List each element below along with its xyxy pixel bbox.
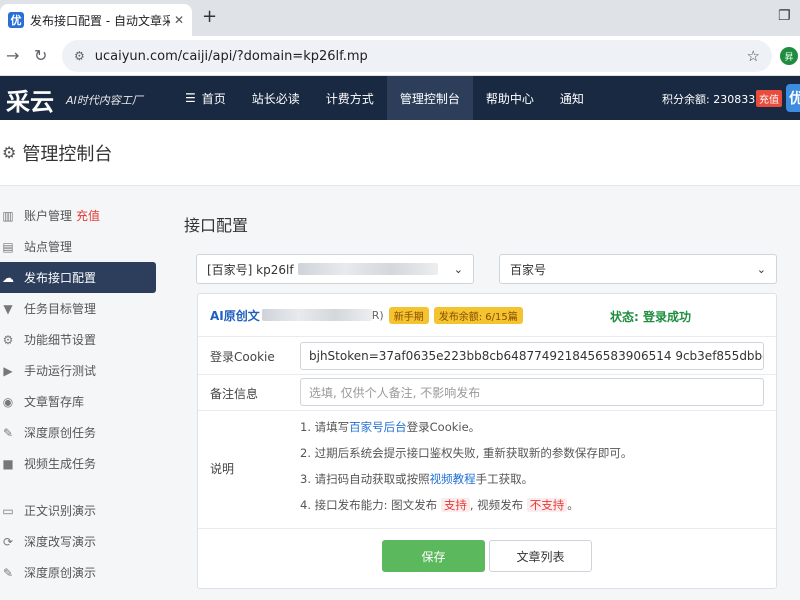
sidebar-item-publish-api[interactable]: ☁ 发布接口配置: [0, 262, 156, 293]
sidebar-item-article-store[interactable]: ◉ 文章暂存库: [0, 386, 156, 417]
sidebar-item-account[interactable]: ▥ 账户管理 充值: [0, 200, 156, 231]
menu-icon: ☰: [185, 91, 196, 105]
page-title: 管理控制台: [22, 143, 113, 165]
site-settings-icon[interactable]: ⚙: [74, 49, 85, 63]
config-panel: AI原创文 R) 新手期 发布余额: 6/15篇 状态: 登录成功 登录Cook…: [197, 293, 777, 589]
sidebar-item-deep-original[interactable]: ✎ 深度原创任务: [0, 417, 156, 448]
desc-line-2: 2. 过期后系统会提示接口鉴权失败, 重新获取新的参数保存即可。: [300, 446, 633, 460]
bookmark-star-icon[interactable]: ☆: [747, 47, 760, 65]
forward-icon[interactable]: →: [6, 46, 19, 65]
badge-newbie: 新手期: [388, 306, 429, 324]
support-tag: 支持: [440, 498, 470, 512]
nav-console[interactable]: 管理控制台: [386, 76, 473, 120]
close-icon[interactable]: ✕: [174, 13, 184, 27]
note-label: 备注信息: [210, 387, 259, 401]
sidebar: ▥ 账户管理 充值 ▤ 站点管理 ☁ 发布接口配置 ▼ 任务目标管理 ⚙ 功能细节设置 ▶ 手…: [0, 200, 156, 588]
filter-icon: ▼: [3, 301, 13, 316]
nav-help[interactable]: 帮助中心: [473, 76, 547, 120]
redacted-text: [297, 263, 438, 275]
account-name: AI原创文: [210, 308, 260, 323]
top-nav: ☰ 首页 站长必读 计费方式 管理控制台 帮助中心 通知: [172, 76, 597, 120]
edit-icon: ✎: [2, 565, 14, 580]
header-brand-icon: 优: [786, 84, 800, 112]
note-input[interactable]: 选填, 仅供个人备注, 不影响发布: [300, 378, 764, 406]
redacted-text: [261, 309, 372, 321]
chevron-down-icon: ⌄: [453, 262, 463, 276]
article-list-button[interactable]: 文章列表: [489, 540, 592, 572]
desc-line-4: 4. 接口发布能力: 图文发布 支持, 视频发布 不支持。: [300, 498, 579, 512]
page-title-bar: ⚙ 管理控制台: [0, 120, 800, 186]
profile-avatar[interactable]: 昇: [780, 47, 798, 65]
url-input[interactable]: ⚙ ucaiyun.com/caiji/api/?domain=kp26lf.m…: [62, 40, 772, 72]
sidebar-item-sites[interactable]: ▤ 站点管理: [0, 231, 156, 262]
cookie-input[interactable]: bjhStoken=37af0635e223bb8cb6487749218456…: [300, 342, 764, 370]
server-icon: ▤: [2, 239, 14, 254]
desc-label: 说明: [210, 462, 235, 476]
new-tab-icon[interactable]: +: [202, 6, 217, 27]
platform-select[interactable]: 百家号 ⌄: [499, 254, 777, 284]
browser-tab-bar: 优 发布接口配置 - 自动文章采集 ✕ + ❐: [0, 0, 800, 36]
badge-quota: 发布余额: 6/15篇: [433, 306, 523, 324]
site-logo[interactable]: 采云: [6, 82, 54, 117]
restore-window-icon[interactable]: ❐: [778, 8, 791, 24]
status-badge: 状态: 登录成功: [610, 310, 691, 324]
sidebar-item-settings[interactable]: ⚙ 功能细节设置: [0, 324, 156, 355]
sidebar-item-original-demo[interactable]: ✎ 深度原创演示: [0, 557, 156, 588]
unsupported-tag: 不支持: [526, 498, 568, 512]
note-row: 备注信息 选填, 仅供个人备注, 不影响发布: [198, 374, 776, 410]
monitor-icon: ▭: [2, 503, 14, 518]
site-slogan: AI时代内容工厂: [66, 94, 143, 107]
database-icon: ◉: [2, 394, 14, 409]
recharge-button[interactable]: 充值: [756, 90, 782, 107]
favicon-icon: 优: [8, 12, 24, 28]
baijiahao-backend-link[interactable]: 百家号后台: [349, 420, 407, 434]
bar-chart-icon: ▥: [2, 208, 14, 223]
video-icon: ■: [2, 456, 14, 471]
address-bar: → ↻ ⚙ ucaiyun.com/caiji/api/?domain=kp26…: [0, 36, 800, 76]
nav-pricing[interactable]: 计费方式: [313, 76, 387, 120]
nav-notify[interactable]: 通知: [547, 76, 597, 120]
cookie-row: 登录Cookie bjhStoken=37af0635e223bb8cb6487…: [198, 336, 776, 374]
sidebar-item-video-tasks[interactable]: ■ 视频生成任务: [0, 448, 156, 479]
reload-icon[interactable]: ↻: [34, 46, 47, 65]
points-balance: 积分余额: 2308333: [662, 93, 763, 106]
desc-line-3: 3. 请扫码自动获取或按照视频教程手工获取。: [300, 472, 534, 486]
cloud-upload-icon: ☁: [2, 270, 14, 285]
site-header: 采云 AI时代内容工厂 ☰ 首页 站长必读 计费方式 管理控制台 帮助中心 通知 …: [0, 76, 800, 120]
sidebar-item-text-demo[interactable]: ▭ 正文识别演示: [0, 495, 156, 526]
sidebar-item-tasks[interactable]: ▼ 任务目标管理: [0, 293, 156, 324]
account-select[interactable]: [百家号] kp26lf ⌄: [196, 254, 474, 284]
browser-tab[interactable]: 优 发布接口配置 - 自动文章采集 ✕: [0, 4, 192, 36]
nav-must-read[interactable]: 站长必读: [239, 76, 313, 120]
refresh-icon: ⟳: [2, 534, 14, 549]
cookie-label: 登录Cookie: [210, 350, 275, 364]
sidebar-item-manual-run[interactable]: ▶ 手动运行测试: [0, 355, 156, 386]
edit-icon: ✎: [2, 425, 14, 440]
description-row: 说明 1. 请填写百家号后台登录Cookie。 2. 过期后系统会提示接口鉴权失…: [198, 410, 776, 528]
sidebar-item-rewrite-demo[interactable]: ⟳ 深度改写演示: [0, 526, 156, 557]
gear-icon: ⚙: [2, 143, 17, 162]
save-button[interactable]: 保存: [382, 540, 485, 572]
recharge-link[interactable]: 充值: [76, 207, 100, 224]
desc-line-1: 1. 请填写百家号后台登录Cookie。: [300, 420, 481, 434]
gears-icon: ⚙: [2, 332, 14, 347]
video-tutorial-link[interactable]: 视频教程: [430, 472, 476, 486]
section-title: 接口配置: [184, 216, 249, 235]
nav-home[interactable]: ☰ 首页: [172, 76, 239, 120]
play-icon: ▶: [3, 363, 13, 378]
chevron-down-icon: ⌄: [756, 262, 766, 276]
tab-title: 发布接口配置 - 自动文章采集: [30, 13, 170, 28]
url-text: ucaiyun.com/caiji/api/?domain=kp26lf.mp: [94, 48, 368, 64]
